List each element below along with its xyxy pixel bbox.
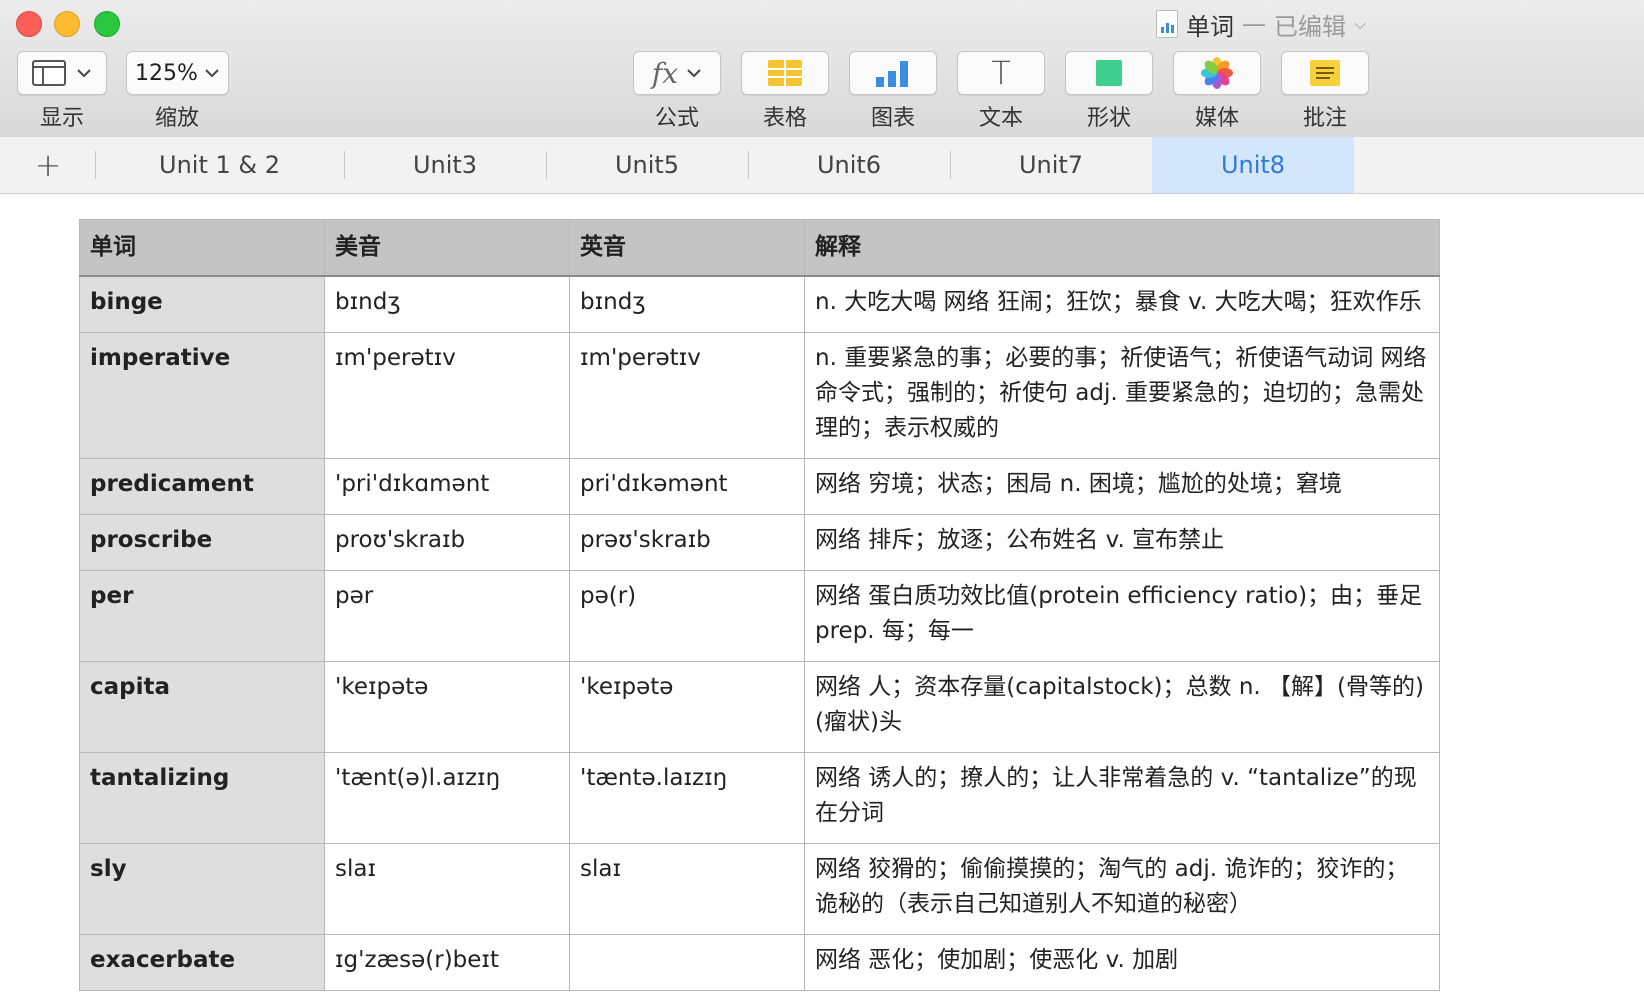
- uk-cell[interactable]: [569, 934, 805, 991]
- tab-unit5[interactable]: Unit5: [546, 137, 748, 193]
- minimize-window-button[interactable]: [54, 11, 80, 37]
- title-dash: —: [1242, 10, 1266, 38]
- uk-cell[interactable]: pə(r): [569, 570, 805, 662]
- shape-button[interactable]: [1065, 51, 1153, 95]
- uk-cell[interactable]: prəʊ'skraɪb: [569, 514, 805, 571]
- uk-cell[interactable]: pri'dɪkəmənt: [569, 458, 805, 515]
- media-icon: [1201, 57, 1233, 89]
- us-cell[interactable]: 'keɪpətə: [324, 661, 570, 753]
- formula-label: 公式: [654, 106, 699, 131]
- word-cell[interactable]: exacerbate: [79, 934, 325, 991]
- definition-cell[interactable]: n. 重要紧急的事；必要的事；祈使语气；祈使语气动词 网络 命令式；强制的；祈使…: [804, 332, 1440, 459]
- media-label: 媒体: [1194, 106, 1239, 131]
- close-window-button[interactable]: [16, 11, 42, 37]
- word-cell[interactable]: predicament: [79, 458, 325, 515]
- tab-unit-1-2[interactable]: Unit 1 & 2: [95, 137, 344, 193]
- fx-icon: fx: [651, 56, 679, 90]
- view-label: 显示: [39, 106, 84, 131]
- table-row: imperative ɪm'perətɪv ɪm'perətɪv n. 重要紧急…: [79, 332, 1440, 459]
- word-cell[interactable]: capita: [79, 661, 325, 753]
- uk-cell[interactable]: ɪm'perətɪv: [569, 332, 805, 459]
- chevron-down-icon: [77, 69, 91, 78]
- tab-unit6[interactable]: Unit6: [748, 137, 950, 193]
- table-row: binge bɪndʒ bɪndʒ n. 大吃大喝 网络 狂闹；狂饮；暴食 v.…: [79, 275, 1440, 333]
- table-row: per pər pə(r) 网络 蛋白质功效比值(protein efficie…: [79, 570, 1440, 662]
- us-cell[interactable]: ɪm'perətɪv: [324, 332, 570, 459]
- uk-cell[interactable]: slaɪ: [569, 843, 805, 935]
- definition-cell[interactable]: 网络 狡猾的；偷偷摸摸的；淘气的 adj. 诡诈的；狡诈的；诡秘的（表示自己知道…: [804, 843, 1440, 935]
- sheet-tab-bar: + Unit 1 & 2 Unit3 Unit5 Unit6 Unit7 Uni…: [0, 137, 1644, 194]
- word-cell[interactable]: proscribe: [79, 514, 325, 571]
- table-row: predicament 'pri'dɪkɑmənt pri'dɪkəmənt 网…: [79, 458, 1440, 515]
- definition-cell[interactable]: 网络 排斥；放逐；公布姓名 v. 宣布禁止: [804, 514, 1440, 571]
- uk-cell[interactable]: 'tæntə.laɪzɪŋ: [569, 752, 805, 844]
- uk-cell[interactable]: bɪndʒ: [569, 275, 805, 333]
- table-row: capita 'keɪpətə 'keɪpətə 网络 人；资本存量(capit…: [79, 661, 1440, 753]
- sidebar-view-icon: [32, 60, 66, 86]
- word-cell[interactable]: tantalizing: [79, 752, 325, 844]
- table-button[interactable]: [741, 51, 829, 95]
- us-cell[interactable]: 'tænt(ə)l.aɪzɪŋ: [324, 752, 570, 844]
- word-cell[interactable]: sly: [79, 843, 325, 935]
- vocabulary-table: 单词 美音 英音 解释 binge bɪndʒ bɪndʒ n. 大吃大喝 网络…: [79, 219, 1440, 991]
- header-definition[interactable]: 解释: [804, 219, 1440, 277]
- chart-label: 图表: [870, 106, 915, 131]
- us-cell[interactable]: 'pri'dɪkɑmənt: [324, 458, 570, 515]
- us-cell[interactable]: ɪg'zæsə(r)beɪt: [324, 934, 570, 991]
- shape-label: 形状: [1086, 106, 1131, 131]
- document-state: 已编辑: [1274, 12, 1346, 41]
- formula-button[interactable]: fx: [633, 51, 721, 95]
- chart-icon: [876, 61, 908, 87]
- comment-button[interactable]: [1281, 51, 1369, 95]
- tab-unit8[interactable]: Unit8: [1152, 137, 1354, 193]
- table-label: 表格: [762, 106, 807, 131]
- definition-cell[interactable]: 网络 诱人的；撩人的；让人非常着急的 v. “tantalize”的现在分词: [804, 752, 1440, 844]
- chevron-down-icon: [205, 69, 219, 78]
- zoom-select[interactable]: 125%: [126, 51, 229, 95]
- header-uk-pronunciation[interactable]: 英音: [569, 219, 805, 277]
- comment-label: 批注: [1302, 106, 1347, 131]
- uk-cell[interactable]: 'keɪpətə: [569, 661, 805, 753]
- definition-cell[interactable]: 网络 蛋白质功效比值(protein efficiency ratio)；由；垂…: [804, 570, 1440, 662]
- table-row: sly slaɪ slaɪ 网络 狡猾的；偷偷摸摸的；淘气的 adj. 诡诈的；…: [79, 843, 1440, 935]
- window-toolbar: 单词 — 已编辑 ⌵ 显示 125% 缩放 fx 公式 表格 图表 T 文本 形…: [0, 0, 1644, 138]
- zoom-label: 缩放: [154, 106, 199, 131]
- text-button[interactable]: T: [957, 51, 1045, 95]
- add-sheet-button[interactable]: +: [28, 145, 68, 185]
- view-button[interactable]: [17, 51, 107, 95]
- word-cell[interactable]: per: [79, 570, 325, 662]
- table-row: tantalizing 'tænt(ə)l.aɪzɪŋ 'tæntə.laɪzɪ…: [79, 752, 1440, 844]
- definition-cell[interactable]: 网络 人；资本存量(capitalstock)；总数 n. 【解】(骨等的)(瘤…: [804, 661, 1440, 753]
- chevron-down-icon: ⌵: [1354, 14, 1367, 33]
- word-cell[interactable]: binge: [79, 275, 325, 333]
- media-button[interactable]: [1173, 51, 1261, 95]
- tab-unit7[interactable]: Unit7: [950, 137, 1152, 193]
- document-name: 单词: [1186, 12, 1234, 41]
- us-cell[interactable]: proʊ'skraɪb: [324, 514, 570, 571]
- comment-icon: [1310, 60, 1340, 86]
- table-row: exacerbate ɪg'zæsə(r)beɪt 网络 恶化；使加剧；使恶化 …: [79, 934, 1440, 991]
- us-cell[interactable]: bɪndʒ: [324, 275, 570, 333]
- definition-cell[interactable]: 网络 穷境；状态；困局 n. 困境；尴尬的处境；窘境: [804, 458, 1440, 515]
- header-word[interactable]: 单词: [79, 219, 325, 277]
- us-cell[interactable]: pər: [324, 570, 570, 662]
- table-icon: [768, 60, 802, 86]
- zoom-value: 125%: [135, 60, 198, 86]
- table-row: proscribe proʊ'skraɪb prəʊ'skraɪb 网络 排斥；…: [79, 514, 1440, 571]
- text-icon: T: [991, 54, 1011, 92]
- chevron-down-icon: [687, 69, 701, 78]
- definition-cell[interactable]: n. 大吃大喝 网络 狂闹；狂饮；暴食 v. 大吃大喝；狂欢作乐: [804, 275, 1440, 333]
- zoom-window-button[interactable]: [94, 11, 120, 37]
- header-row: 单词 美音 英音 解释: [79, 219, 1440, 277]
- definition-cell[interactable]: 网络 恶化；使加剧；使恶化 v. 加剧: [804, 934, 1440, 991]
- shape-icon: [1096, 60, 1122, 86]
- document-title[interactable]: 单词 — 已编辑 ⌵: [1156, 8, 1367, 41]
- tab-unit3[interactable]: Unit3: [344, 137, 546, 193]
- text-label: 文本: [978, 106, 1023, 131]
- numbers-doc-icon: [1156, 10, 1178, 38]
- word-cell[interactable]: imperative: [79, 332, 325, 459]
- header-us-pronunciation[interactable]: 美音: [324, 219, 570, 277]
- chart-button[interactable]: [849, 51, 937, 95]
- us-cell[interactable]: slaɪ: [324, 843, 570, 935]
